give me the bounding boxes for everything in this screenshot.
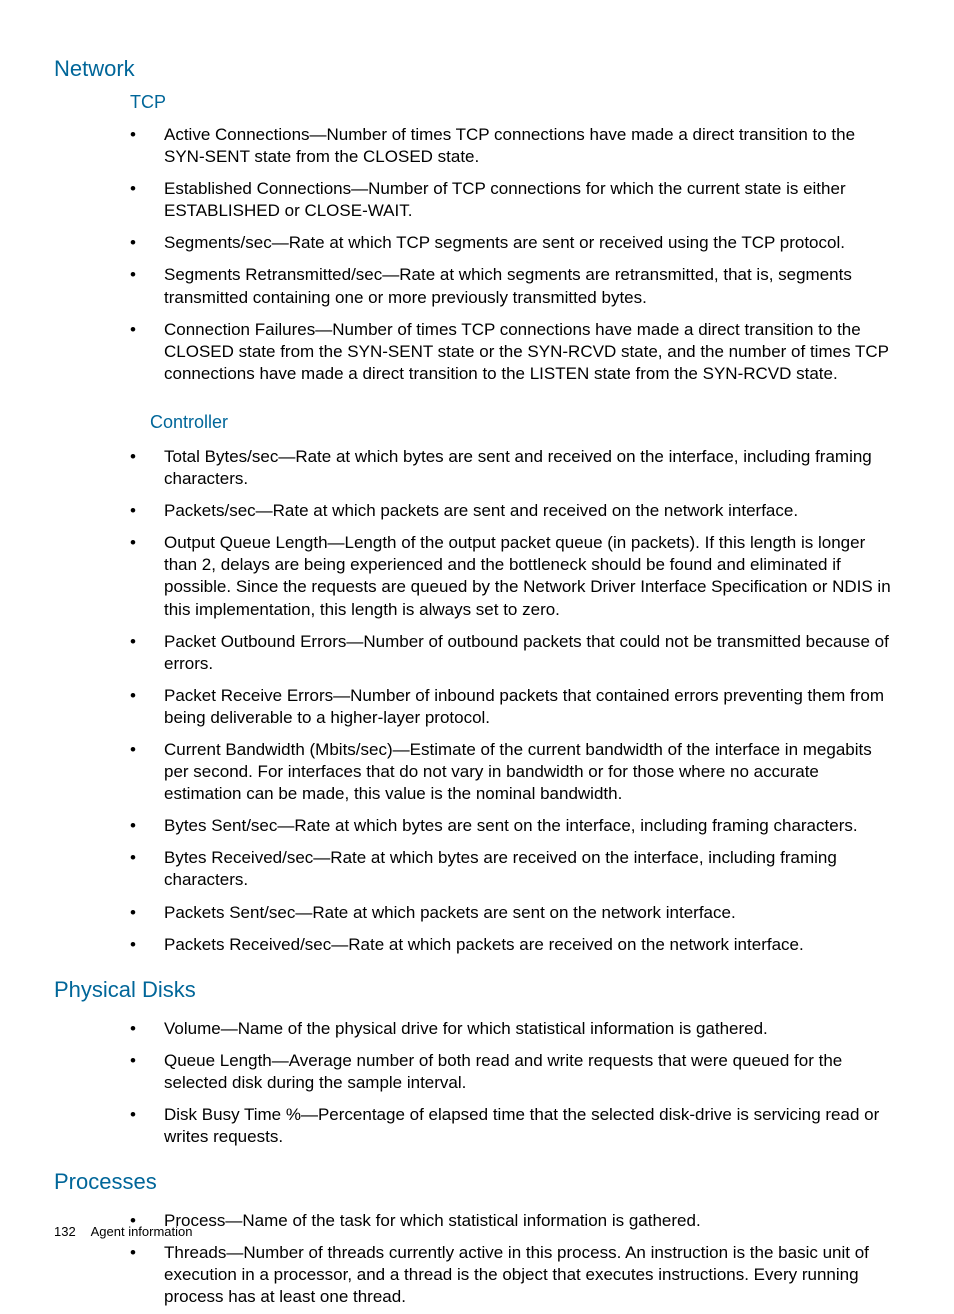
document-page: Network TCP Active Connections—Number of…	[0, 0, 954, 1271]
controller-list: Total Bytes/sec—Rate at which bytes are …	[54, 441, 904, 961]
list-item: Queue Length—Average number of both read…	[54, 1045, 898, 1099]
list-item: Bytes Received/sec—Rate at which bytes a…	[54, 842, 898, 896]
list-item: Established Connections—Number of TCP co…	[54, 173, 898, 227]
list-item: Bytes Sent/sec—Rate at which bytes are s…	[54, 810, 898, 842]
list-item: Packets Received/sec—Rate at which packe…	[54, 929, 898, 961]
list-item: Threads—Number of threads currently acti…	[54, 1237, 898, 1313]
heading-network: Network	[54, 56, 904, 82]
list-item: Packet Outbound Errors—Number of outboun…	[54, 626, 898, 680]
list-item: Packets/sec—Rate at which packets are se…	[54, 495, 898, 527]
heading-processes: Processes	[54, 1169, 904, 1195]
list-item: Segments/sec—Rate at which TCP segments …	[54, 227, 898, 259]
heading-tcp: TCP	[130, 92, 904, 113]
list-item: Packet Receive Errors—Number of inbound …	[54, 680, 898, 734]
physical-disks-list: Volume—Name of the physical drive for wh…	[54, 1013, 904, 1153]
list-item: Volume—Name of the physical drive for wh…	[54, 1013, 898, 1045]
tcp-list: Active Connections—Number of times TCP c…	[54, 119, 904, 390]
list-item: Output Queue Length—Length of the output…	[54, 527, 898, 625]
list-item: Segments Retransmitted/sec—Rate at which…	[54, 259, 898, 313]
processes-list: Process—Name of the task for which stati…	[54, 1205, 904, 1313]
heading-controller: Controller	[150, 412, 904, 433]
list-item: Connection Failures—Number of times TCP …	[54, 314, 898, 390]
heading-physical-disks: Physical Disks	[54, 977, 904, 1003]
list-item: Current Bandwidth (Mbits/sec)—Estimate o…	[54, 734, 898, 810]
footer-section-title: Agent information	[91, 1224, 193, 1239]
list-item: Packets Sent/sec—Rate at which packets a…	[54, 897, 898, 929]
list-item: Disk Busy Time %—Percentage of elapsed t…	[54, 1099, 898, 1153]
list-item: Active Connections—Number of times TCP c…	[54, 119, 898, 173]
list-item: Total Bytes/sec—Rate at which bytes are …	[54, 441, 898, 495]
page-footer: 132 Agent information	[54, 1224, 193, 1239]
page-number: 132	[54, 1224, 76, 1239]
